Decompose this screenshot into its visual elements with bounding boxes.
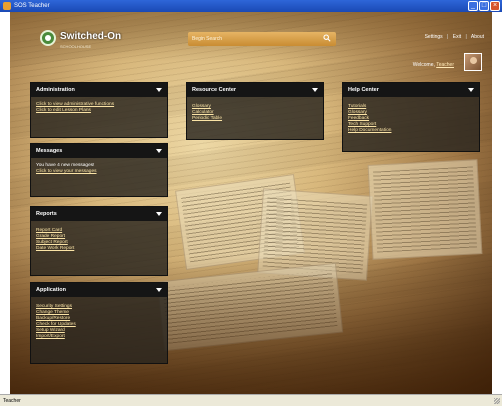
exit-link[interactable]: Exit xyxy=(453,34,461,40)
panel-title: Help Center xyxy=(348,87,379,93)
user-name-link[interactable]: Teacher xyxy=(436,62,454,68)
welcome-message: Welcome, Teacher xyxy=(413,62,454,68)
chevron-down-icon[interactable] xyxy=(468,88,474,92)
lesson-plans-link[interactable]: Click to edit Lesson Plans xyxy=(36,108,162,114)
date-work-report-link[interactable]: Date Work Report xyxy=(36,246,162,252)
search-box xyxy=(188,32,336,46)
panel-title: Administration xyxy=(36,87,75,93)
panel-title: Messages xyxy=(36,148,63,154)
brand-logo[interactable]: Switched-On SCHOOLHOUSE xyxy=(40,26,121,49)
link-separator: | xyxy=(447,34,449,40)
welcome-prefix: Welcome, xyxy=(412,62,435,68)
panel-header[interactable]: Help Center xyxy=(343,83,479,97)
panel-help-center: Help Center Tutorials Glossary Feedback … xyxy=(342,82,480,152)
panel-title: Resource Center xyxy=(192,87,237,93)
chevron-down-icon[interactable] xyxy=(312,88,318,92)
panel-messages: Messages You have 4 new messages! Click … xyxy=(30,143,168,197)
panel-reports: Reports Report Card Grade Report Subject… xyxy=(30,206,168,276)
resize-grip-icon[interactable] xyxy=(494,398,500,404)
panel-header[interactable]: Administration xyxy=(31,83,167,97)
panel-header[interactable]: Resource Center xyxy=(187,83,323,97)
search-input[interactable] xyxy=(192,33,312,45)
window-titlebar: SOS Teacher _ □ × xyxy=(0,0,502,12)
minimize-button[interactable]: _ xyxy=(468,1,478,11)
app-icon xyxy=(3,2,11,10)
help-documentation-link[interactable]: Help Documentation xyxy=(348,128,474,134)
chevron-down-icon[interactable] xyxy=(156,88,162,92)
logo-icon xyxy=(40,29,56,46)
status-text: Teacher xyxy=(3,398,21,404)
panel-title: Reports xyxy=(36,211,57,217)
search-icon[interactable] xyxy=(323,34,331,42)
close-button[interactable]: × xyxy=(490,1,500,11)
header-links: Settings | Exit | About xyxy=(425,34,484,40)
panel-administration: Administration Click to view administrat… xyxy=(30,82,168,138)
app-window: Switched-On SCHOOLHOUSE Settings | Exit … xyxy=(10,12,492,394)
panel-application: Application Security Settings Change The… xyxy=(30,282,168,364)
brand-name: Switched-On xyxy=(60,31,122,42)
about-link[interactable]: About xyxy=(471,34,484,40)
window-title: SOS Teacher xyxy=(14,3,50,9)
chevron-down-icon[interactable] xyxy=(156,288,162,292)
import-export-link[interactable]: Import/Export xyxy=(36,334,162,340)
chevron-down-icon[interactable] xyxy=(156,149,162,153)
panel-resource-center: Resource Center Glossary Calculator Peri… xyxy=(186,82,324,140)
sheet-music-decoration xyxy=(367,159,483,260)
panel-header[interactable]: Application xyxy=(31,283,167,297)
maximize-button[interactable]: □ xyxy=(479,1,489,11)
avatar[interactable] xyxy=(464,53,482,71)
brand-subtitle: SCHOOLHOUSE xyxy=(60,44,92,49)
link-separator: | xyxy=(465,34,467,40)
settings-link[interactable]: Settings xyxy=(425,34,443,40)
status-bar: Teacher xyxy=(0,394,502,406)
chevron-down-icon[interactable] xyxy=(156,212,162,216)
periodic-table-link[interactable]: Periodic Table xyxy=(192,116,318,122)
view-messages-link[interactable]: Click to view your messages xyxy=(36,169,162,175)
panel-header[interactable]: Reports xyxy=(31,207,167,221)
panel-title: Application xyxy=(36,287,66,293)
panel-header[interactable]: Messages xyxy=(31,144,167,158)
